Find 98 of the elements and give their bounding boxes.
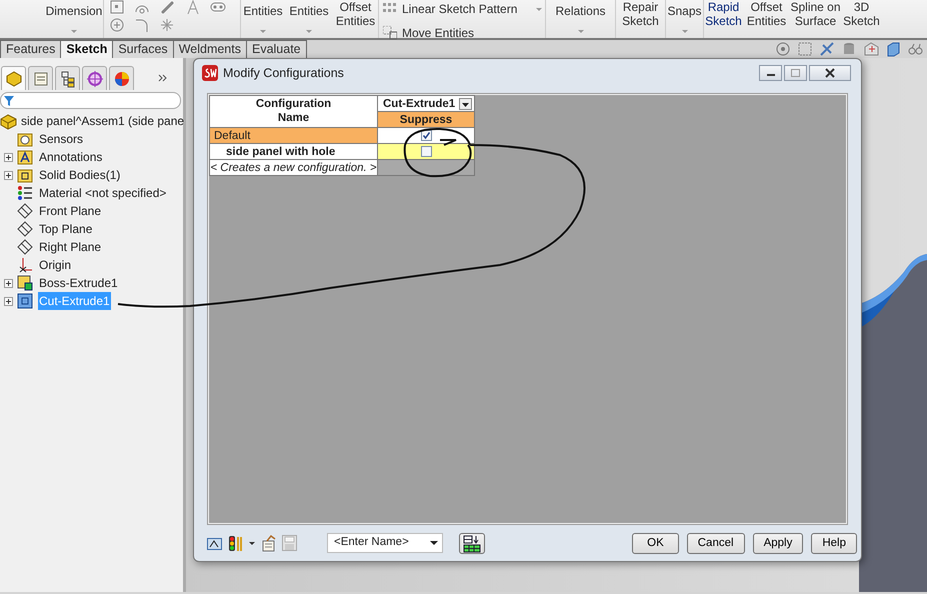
tool-button[interactable]: Move Entities	[383, 24, 542, 42]
panel-tab[interactable]	[55, 66, 80, 90]
filter-field[interactable]	[0, 92, 181, 109]
tree-item[interactable]: Boss-Extrude1	[38, 274, 119, 292]
expand-icon[interactable]	[4, 152, 13, 162]
tool-button[interactable]: Dimension	[45, 0, 103, 38]
move-icon	[383, 26, 397, 40]
table-icon	[463, 534, 481, 552]
minimize-button[interactable]	[759, 65, 782, 81]
glasses-icon[interactable]	[907, 41, 923, 57]
spline-icon[interactable]	[160, 0, 176, 14]
panel-tab[interactable]	[82, 66, 107, 90]
annotation-folder-icon	[17, 149, 33, 165]
tool-button[interactable]: Rapid Sketch	[703, 0, 743, 38]
properties-icon[interactable]	[261, 534, 276, 552]
expand-icon[interactable]	[4, 296, 13, 306]
tree-item[interactable]: Solid Bodies(1)	[38, 166, 122, 184]
tree-item[interactable]: Front Plane	[38, 202, 102, 220]
dialog-button[interactable]: Help	[811, 532, 857, 554]
caret-icon[interactable]	[249, 542, 255, 544]
point-icon[interactable]	[160, 18, 174, 32]
column-header: Suppress	[378, 112, 474, 128]
checkbox[interactable]	[420, 146, 432, 156]
tool-button[interactable]: Snaps	[665, 0, 703, 38]
tool-button[interactable]: Entities	[240, 0, 285, 38]
origin-icon	[17, 257, 33, 273]
tab[interactable]: Weldments	[172, 40, 247, 58]
tree-item[interactable]: Origin	[38, 256, 72, 274]
name-dropdown[interactable]: <Enter Name>	[327, 533, 443, 553]
cylinder-icon[interactable]	[841, 41, 857, 57]
table-button[interactable]	[459, 532, 485, 554]
filter-icon	[4, 96, 14, 106]
close-button[interactable]	[809, 65, 851, 81]
dialog-button[interactable]: OK	[632, 532, 679, 554]
tool-button[interactable]: Entities	[285, 0, 333, 38]
rectangle-icon[interactable]	[110, 0, 124, 14]
plane-icon	[17, 239, 33, 255]
color-wheel-icon	[112, 70, 130, 88]
zoom-area-icon[interactable]	[797, 41, 813, 57]
expand-icon[interactable]	[4, 278, 13, 288]
plane-icon	[17, 203, 33, 219]
slot-icon[interactable]	[210, 0, 226, 14]
crosshair-icon	[86, 70, 104, 88]
expand-icon[interactable]	[4, 170, 13, 180]
tool-button[interactable]: Repair Sketch	[615, 0, 665, 38]
close-icon	[825, 68, 835, 78]
column-header: Configuration Name	[210, 96, 378, 128]
tab[interactable]: Surfaces	[112, 40, 174, 58]
tree-item[interactable]: Material <not specified>	[38, 184, 168, 202]
circle-icon[interactable]	[110, 18, 124, 32]
save-icon[interactable]	[282, 535, 297, 551]
part-icon	[0, 112, 17, 130]
maximize-icon	[791, 69, 800, 77]
plane-icon	[17, 221, 33, 237]
caret-icon	[430, 541, 438, 545]
property-sheet-icon	[32, 70, 50, 88]
tree-item[interactable]: Top Plane	[38, 220, 94, 238]
dropdown-icon[interactable]	[459, 98, 472, 110]
dialog-button[interactable]: Cancel	[686, 532, 745, 554]
view-orientation-icon[interactable]	[863, 41, 879, 57]
panel-tab[interactable]	[1, 66, 26, 90]
configuration-name[interactable]: Default	[210, 128, 378, 144]
configuration-name[interactable]: side panel with hole	[210, 144, 378, 160]
tool-button[interactable]: Linear Sketch Pattern	[383, 0, 542, 18]
tab[interactable]: Features	[0, 40, 62, 58]
panel-tab[interactable]	[28, 66, 53, 90]
section-icon[interactable]	[819, 41, 835, 57]
text-icon[interactable]	[186, 0, 200, 14]
tree-item[interactable]: Sensors	[38, 130, 84, 148]
feature-header[interactable]: Cut-Extrude1	[378, 96, 474, 112]
tool-button[interactable]: Relations	[545, 0, 615, 38]
zoom-icon[interactable]	[775, 41, 791, 57]
app-logo-icon	[202, 65, 218, 81]
table-view-icon[interactable]	[207, 536, 222, 550]
sensor-folder-icon	[17, 131, 33, 147]
material-icon	[17, 185, 33, 201]
dialog-title: Modify Configurations	[223, 64, 344, 82]
fillet-icon[interactable]	[134, 18, 150, 32]
chevron-icon[interactable]	[158, 74, 167, 82]
hierarchy-icon	[58, 70, 76, 88]
caret-icon	[536, 8, 542, 10]
new-configuration-row[interactable]: < Creates a new configuration. >	[210, 160, 378, 176]
tree-item[interactable]: side panel^Assem1 (side pane	[20, 112, 186, 130]
tool-button[interactable]: 3D Sketch	[841, 0, 882, 38]
checkbox[interactable]	[420, 130, 432, 140]
tool-button[interactable]: Spline on Surface	[790, 0, 841, 38]
feature-tree-icon	[4, 70, 22, 88]
folder-icon	[17, 167, 33, 183]
tool-button[interactable]: Offset Entities	[743, 0, 790, 38]
extrude-feature-icon	[17, 275, 33, 291]
traffic-light-icon[interactable]	[228, 534, 243, 552]
tab[interactable]: Evaluate	[246, 40, 307, 58]
tree-item[interactable]: Right Plane	[38, 238, 102, 256]
dialog-button[interactable]: Apply	[752, 532, 804, 554]
panel-tab[interactable]	[109, 66, 134, 90]
tool-button[interactable]: Offset Entities	[333, 0, 378, 38]
cut-feature-icon	[17, 293, 33, 309]
tree-item[interactable]: Annotations	[38, 148, 104, 166]
